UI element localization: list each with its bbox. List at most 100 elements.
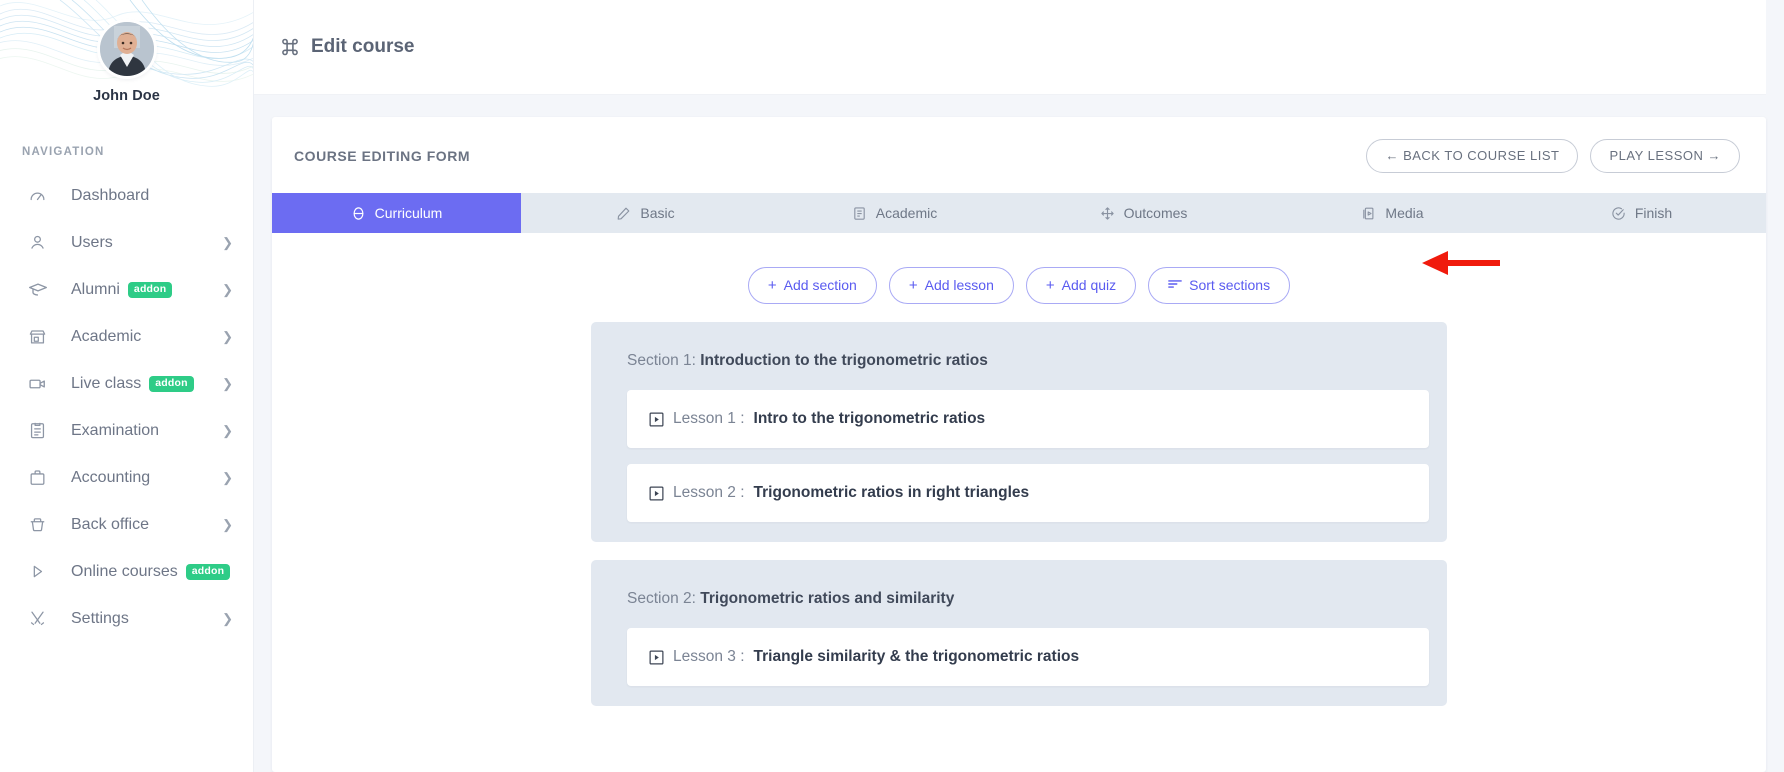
school-building-icon [28, 327, 50, 346]
sort-lines-icon [1168, 278, 1182, 293]
sidebar-item-label: Accounting [71, 469, 150, 487]
section-card: Section 1: Introduction to the trigonome… [591, 322, 1447, 542]
tab-label: Outcomes [1124, 205, 1188, 221]
add-quiz-button[interactable]: + Add quiz [1026, 267, 1136, 304]
sidebar-item-label: Back office [71, 516, 149, 534]
page-title-text: Edit course [311, 36, 414, 58]
sections-list: Section 1: Introduction to the trigonome… [272, 322, 1766, 772]
tab-basic[interactable]: Basic [521, 193, 770, 233]
course-editing-card: COURSE EDITING FORM ← BACK TO COURSE LIS… [272, 117, 1766, 772]
lesson-row[interactable]: Lesson 1 : Intro to the trigonometric ra… [627, 390, 1429, 448]
profile-name: John Doe [0, 88, 253, 104]
lesson-prefix: Lesson 1 : [673, 410, 745, 428]
tab-curriculum[interactable]: Curriculum [272, 193, 521, 233]
user-icon [28, 233, 50, 252]
sidebar-item-dashboard[interactable]: Dashboard [0, 172, 253, 219]
play-triangle-icon [28, 562, 50, 581]
media-icon [1361, 206, 1376, 221]
button-label: Add lesson [925, 277, 994, 293]
chevron-right-icon: ❯ [222, 283, 233, 296]
video-play-icon [649, 486, 664, 501]
lesson-name: Intro to the trigonometric ratios [754, 410, 986, 428]
section-card: Section 2: Trigonometric ratios and simi… [591, 560, 1447, 706]
addon-badge: addon [149, 376, 194, 392]
chevron-right-icon: ❯ [222, 612, 233, 625]
tab-label: Basic [640, 205, 674, 221]
addon-badge: addon [128, 282, 173, 298]
button-label: Sort sections [1189, 277, 1270, 293]
chevron-right-icon: ❯ [222, 518, 233, 531]
top-bar: Edit course [254, 0, 1766, 95]
section-name: Trigonometric ratios and similarity [700, 590, 954, 607]
sidebar-item-label: Alumni [71, 281, 120, 299]
lesson-name: Trigonometric ratios in right triangles [754, 484, 1030, 502]
section-prefix: Section 2: [627, 590, 696, 607]
lesson-row[interactable]: Lesson 2 : Trigonometric ratios in right… [627, 464, 1429, 522]
sidebar-item-label: Settings [71, 610, 129, 628]
sidebar-item-accounting[interactable]: Accounting ❯ [0, 454, 253, 501]
tab-academic[interactable]: Academic [770, 193, 1019, 233]
sort-sections-button[interactable]: Sort sections [1148, 267, 1290, 304]
lesson-name: Triangle similarity & the trigonometric … [754, 648, 1080, 666]
card-title: COURSE EDITING FORM [294, 148, 470, 164]
tab-media[interactable]: Media [1268, 193, 1517, 233]
chevron-right-icon: ❯ [222, 236, 233, 249]
tab-label: Finish [1635, 205, 1672, 221]
sidebar-item-users[interactable]: Users ❯ [0, 219, 253, 266]
sidebar-item-label: Academic [71, 328, 141, 346]
chevron-right-icon: ❯ [222, 330, 233, 343]
header-actions: ← BACK TO COURSE LIST PLAY LESSON → [1366, 139, 1740, 173]
tab-label: Media [1385, 205, 1423, 221]
nav-heading: NAVIGATION [22, 146, 253, 158]
add-lesson-button[interactable]: + Add lesson [889, 267, 1014, 304]
sidebar-item-alumni[interactable]: Alumni addon ❯ [0, 266, 253, 313]
sidebar-item-label: Dashboard [71, 187, 149, 205]
sidebar-item-examination[interactable]: Examination ❯ [0, 407, 253, 454]
sidebar-item-online-courses[interactable]: Online courses addon [0, 548, 253, 595]
chevron-right-icon: ❯ [222, 424, 233, 437]
sidebar-item-label: Examination [71, 422, 159, 440]
pencil-icon [616, 206, 631, 221]
sidebar: John Doe NAVIGATION Dashboard Users ❯ Al… [0, 0, 254, 772]
main-content: Edit course COURSE EDITING FORM ← BACK T… [254, 0, 1784, 772]
plus-icon: + [768, 278, 777, 293]
toolbar-buttons: + Add section + Add lesson + Add quiz [748, 267, 1290, 304]
speedometer-icon [28, 186, 50, 205]
add-section-button[interactable]: + Add section [748, 267, 877, 304]
lesson-row[interactable]: Lesson 3 : Triangle similarity & the tri… [627, 628, 1429, 686]
sidebar-item-settings[interactable]: Settings ❯ [0, 595, 253, 642]
nav-list: Dashboard Users ❯ Alumni addon ❯ Academi… [0, 172, 253, 642]
video-camera-icon [28, 374, 50, 394]
avatar[interactable] [100, 22, 154, 76]
video-play-icon [649, 412, 664, 427]
tab-bar: Curriculum Basic Academic Outcomes [272, 193, 1766, 233]
content-area: COURSE EDITING FORM ← BACK TO COURSE LIS… [254, 95, 1784, 772]
chevron-right-icon: ❯ [222, 471, 233, 484]
sidebar-item-back-office[interactable]: Back office ❯ [0, 501, 253, 548]
red-arrow-annotation [1400, 246, 1500, 280]
sidebar-item-label: Users [71, 234, 113, 252]
check-circle-icon [1611, 206, 1626, 221]
video-play-icon [649, 650, 664, 665]
tab-outcomes[interactable]: Outcomes [1019, 193, 1268, 233]
command-icon [280, 37, 300, 57]
sidebar-item-academic[interactable]: Academic ❯ [0, 313, 253, 360]
card-header: COURSE EDITING FORM ← BACK TO COURSE LIS… [272, 117, 1766, 193]
play-lesson-button[interactable]: PLAY LESSON → [1590, 139, 1740, 173]
lesson-prefix: Lesson 2 : [673, 484, 745, 502]
curriculum-toolbar: + Add section + Add lesson + Add quiz [272, 233, 1766, 322]
curriculum-icon [351, 206, 366, 221]
tab-label: Curriculum [375, 205, 443, 221]
user-avatar-photo [100, 22, 154, 76]
back-to-course-list-button[interactable]: ← BACK TO COURSE LIST [1366, 139, 1578, 173]
tab-finish[interactable]: Finish [1517, 193, 1766, 233]
clipboard-list-icon [28, 421, 50, 440]
sidebar-item-live-class[interactable]: Live class addon ❯ [0, 360, 253, 407]
graduation-cap-icon [28, 280, 50, 300]
sidebar-profile[interactable]: John Doe [0, 0, 253, 104]
section-title: Section 2: Trigonometric ratios and simi… [609, 578, 1429, 628]
briefcase-icon [28, 468, 50, 487]
plus-icon: + [1046, 278, 1055, 293]
section-prefix: Section 1: [627, 352, 696, 369]
plus-icon: + [909, 278, 918, 293]
